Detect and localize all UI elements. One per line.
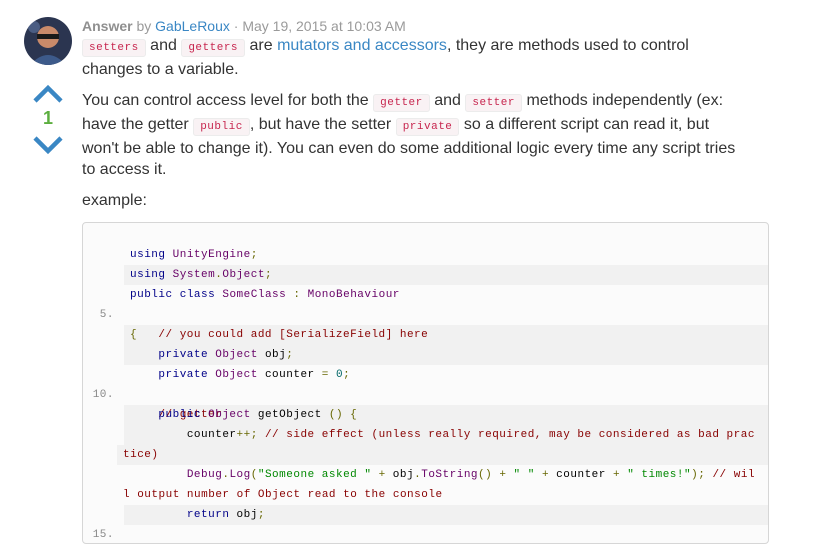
arrow-down-icon <box>33 136 63 155</box>
code-line: return obj; <box>83 485 768 525</box>
paragraph-2-line-2: have the getter public, but have the set… <box>82 113 709 139</box>
text: methods independently (ex: <box>526 92 724 109</box>
code-line: using System.Object; <box>83 245 768 285</box>
post-date: May 19, 2015 at 10:03 AM <box>242 18 406 34</box>
code-line: public class SomeClass : MonoBehaviour <box>83 265 768 301</box>
avatar[interactable] <box>24 17 72 65</box>
text: so a different script can read it, but <box>463 116 710 133</box>
text: are <box>249 37 273 54</box>
arrow-up-icon <box>33 84 63 103</box>
code-line: counter++; // side effect (unless really… <box>83 405 768 445</box>
code-line-wrap: l output number of Object read to the co… <box>83 465 768 501</box>
code-line: private Object obj; <box>83 325 768 365</box>
vote-count: 1 <box>42 108 53 128</box>
text: , they are methods used to control <box>446 37 689 54</box>
code-line: 10. // getter <box>83 365 768 425</box>
inline-code: setter <box>465 94 522 112</box>
inline-code: public <box>193 118 250 136</box>
inline-code: private <box>395 118 460 136</box>
by-label: by <box>136 18 152 34</box>
text: , but have the setter <box>249 116 392 133</box>
code-line: 5. { <box>83 285 768 345</box>
text: and <box>150 37 177 54</box>
inline-code: getters <box>181 39 246 57</box>
line-number: 15. <box>92 529 114 541</box>
text: have the getter <box>82 116 189 133</box>
text: and <box>434 92 461 109</box>
code-line: using UnityEngine; <box>83 225 768 261</box>
code-line: 15. } <box>83 505 768 541</box>
text: You can control access level for both th… <box>82 92 369 109</box>
paragraph-2-line-4: to access it. <box>82 161 167 178</box>
post-meta: Answer by GabLeRoux · May 19, 2015 at 10… <box>82 18 406 34</box>
post-type-label: Answer <box>82 18 133 34</box>
upvote-button[interactable] <box>32 83 64 105</box>
example-label: example: <box>82 192 147 209</box>
meta-separator: · <box>233 18 239 34</box>
code-line: private Object counter = 0; <box>83 345 768 381</box>
mutators-link[interactable]: mutators and accessors <box>277 37 447 54</box>
code-line: // you could add [SerializeField] here <box>83 305 768 341</box>
author-link[interactable]: GabLeRoux <box>155 18 230 34</box>
paragraph-2-line-1: You can control access level for both th… <box>82 89 723 115</box>
paragraph-1-line-2: changes to a variable. <box>82 61 239 78</box>
code-line: Debug.Log("Someone asked " + obj.ToStrin… <box>83 445 768 481</box>
avatar-photo <box>24 17 72 65</box>
downvote-button[interactable] <box>32 134 64 156</box>
code-line: public Object getObject () { <box>83 385 768 421</box>
code-block[interactable]: using UnityEngine; using System.Object; … <box>82 222 769 544</box>
inline-code: getter <box>373 94 430 112</box>
paragraph-1-line-1: setters and getters are mutators and acc… <box>82 34 689 60</box>
paragraph-2-line-3: won't be able to change it). You can eve… <box>82 140 736 157</box>
inline-code: setters <box>82 39 146 57</box>
code-line-wrap: tice) <box>83 425 768 465</box>
